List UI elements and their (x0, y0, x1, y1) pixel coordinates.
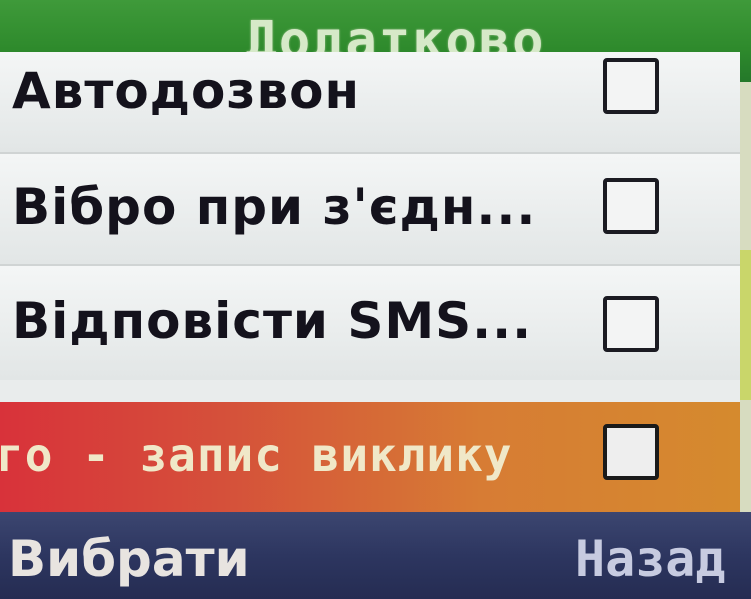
menu-item-label: Автодозвон (12, 62, 360, 120)
reply-sms-checkbox[interactable] (603, 296, 659, 352)
menu-item-label: Вібро при з'єдн... (12, 178, 537, 236)
menu-item-label: го - запис виклику (0, 428, 513, 482)
menu-item-label: Відповісти SMS... (12, 292, 533, 350)
call-recording-checkbox[interactable] (603, 424, 659, 480)
menu-item-call-recording[interactable]: го - запис виклику (0, 402, 740, 512)
settings-menu-list: Автодозвон Вібро при з'єдн... Відповісти… (0, 52, 740, 512)
scrollbar[interactable] (740, 82, 751, 512)
scrollbar-thumb[interactable] (740, 250, 751, 400)
back-softkey[interactable]: Назад (575, 530, 726, 588)
select-softkey[interactable]: Вибрати (8, 530, 250, 588)
menu-item-vibrate-on-connect[interactable]: Вібро при з'єдн... (0, 154, 740, 264)
vibrate-on-connect-checkbox[interactable] (603, 178, 659, 234)
autoredial-checkbox[interactable] (603, 58, 659, 114)
phone-screen: Додатково Автодозвон Вібро при з'єдн... … (0, 0, 751, 599)
menu-item-reply-sms[interactable]: Відповісти SMS... (0, 266, 740, 380)
softkey-bar: Вибрати Назад (0, 512, 751, 599)
menu-item-autoredial[interactable]: Автодозвон (0, 52, 740, 152)
